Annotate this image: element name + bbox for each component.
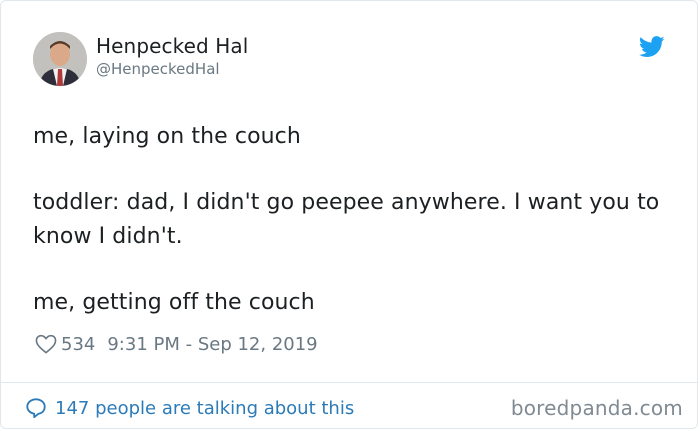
author-names: Henpecked Hal @HenpeckedHal <box>96 33 248 79</box>
author-handle[interactable]: @HenpeckedHal <box>96 59 248 79</box>
tweet-line: toddler: dad, I didn't go peepee anywher… <box>33 190 660 249</box>
like-count[interactable]: 534 <box>61 334 95 355</box>
footer-divider <box>1 382 697 383</box>
author-display-name[interactable]: Henpecked Hal <box>96 33 248 59</box>
speech-bubble-icon <box>26 398 46 419</box>
twitter-bird-icon[interactable] <box>639 36 665 58</box>
tweet-line: me, laying on the couch <box>33 124 301 149</box>
tweet-footer: 147 people are talking about this boredp… <box>25 393 683 423</box>
heart-icon[interactable] <box>35 334 57 354</box>
conversation-link[interactable]: 147 people are talking about this <box>25 397 354 419</box>
boredpanda-watermark: boredpanda.com <box>510 396 683 420</box>
tweet-body: me, laying on the couch toddler: dad, I … <box>33 120 663 352</box>
tweet-card: Henpecked Hal @HenpeckedHal me, laying o… <box>0 0 698 429</box>
conversation-label: 147 people are talking about this <box>55 397 355 419</box>
tweet-header: Henpecked Hal @HenpeckedHal <box>33 32 677 88</box>
avatar-portrait-icon <box>33 32 87 86</box>
tweet-line: me, getting off the couch <box>33 290 315 315</box>
tweet-timestamp[interactable]: 9:31 PM - Sep 12, 2019 <box>107 334 317 355</box>
author-avatar[interactable] <box>33 32 87 86</box>
tweet-meta: 534 9:31 PM - Sep 12, 2019 <box>35 331 318 357</box>
